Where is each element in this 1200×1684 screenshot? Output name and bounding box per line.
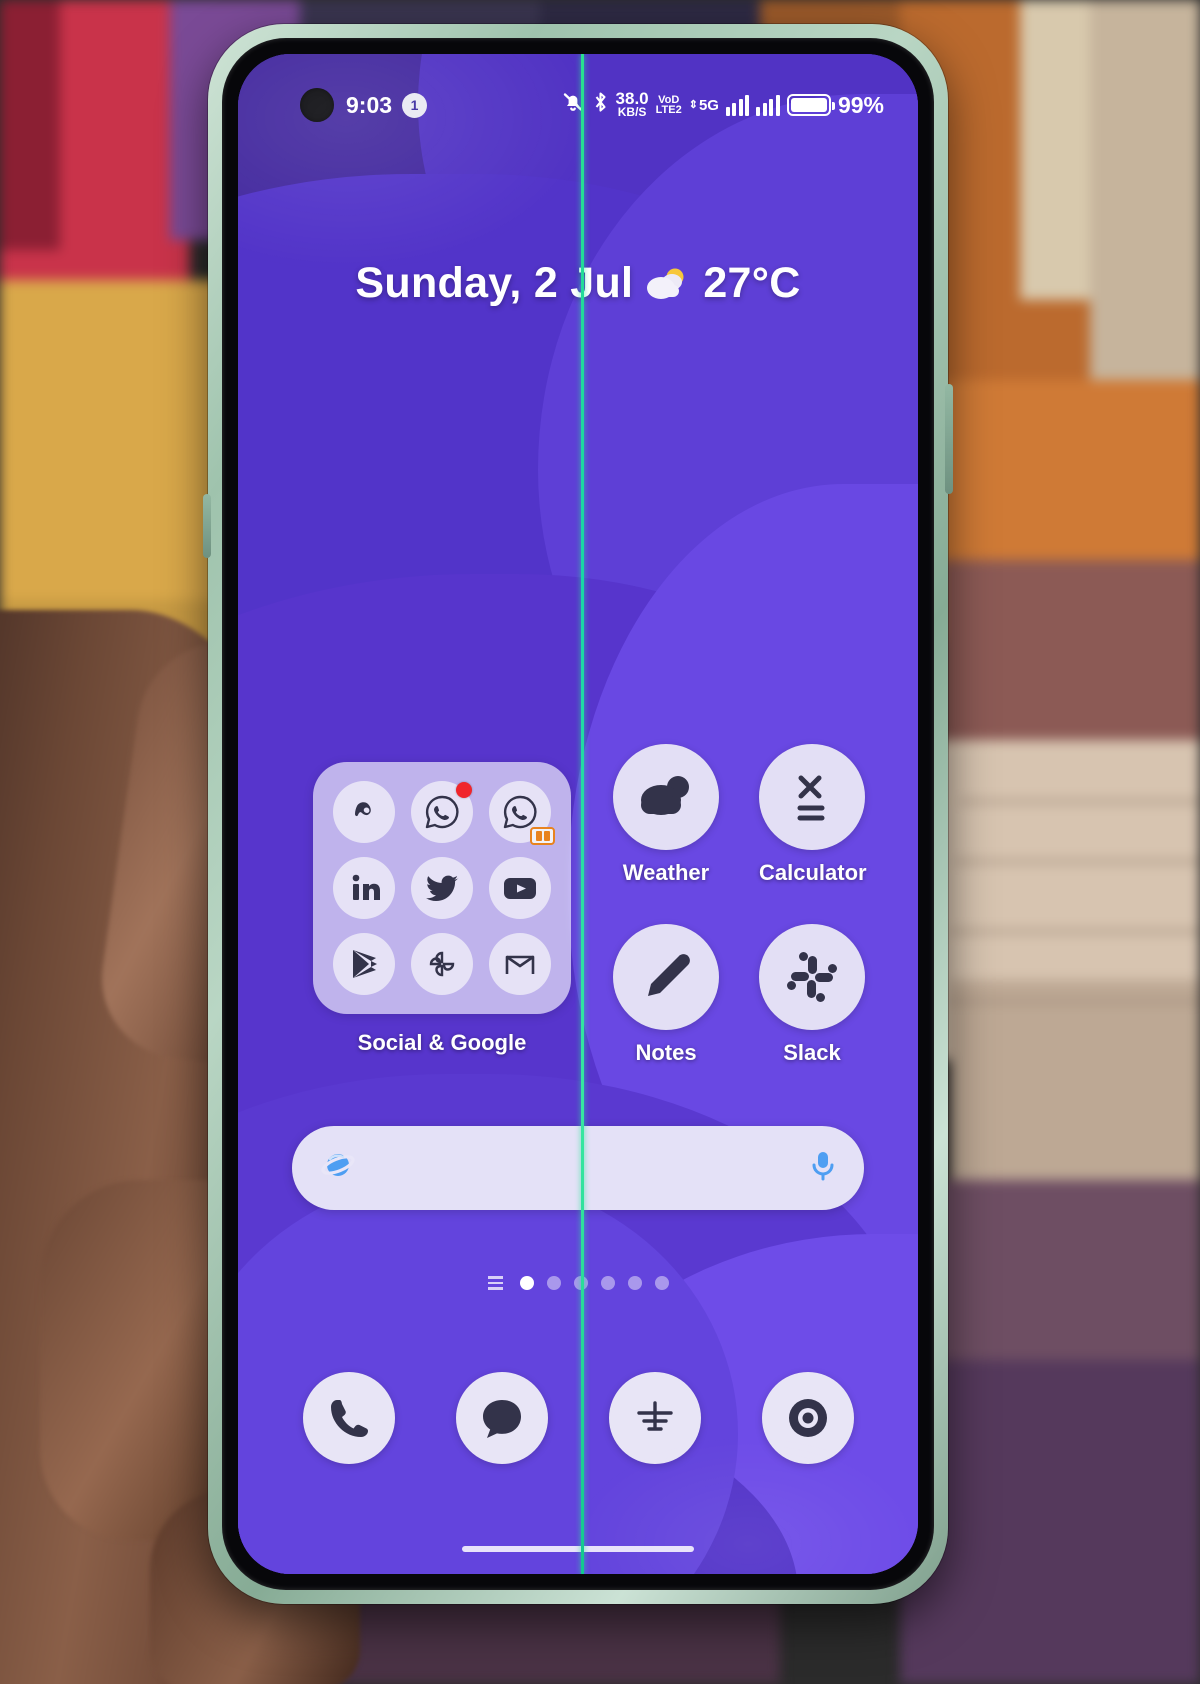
youtube-icon[interactable] [489, 857, 551, 919]
folder-label-text: Social & Google [357, 1030, 527, 1055]
play-store-icon[interactable] [333, 933, 395, 995]
slack-icon [759, 924, 865, 1030]
linkedin-icon[interactable] [333, 857, 395, 919]
widget-temperature: 27°C [703, 259, 801, 307]
page-indicator[interactable] [238, 1276, 918, 1290]
linktree-icon[interactable] [333, 781, 395, 843]
dock-browser-icon[interactable] [608, 1372, 701, 1464]
app-folder-social-google[interactable] [313, 762, 571, 1014]
app-weather[interactable]: Weather [613, 744, 719, 886]
dual-app-badge [530, 827, 555, 845]
gmail-icon[interactable] [489, 933, 551, 995]
google-photos-icon[interactable] [411, 933, 473, 995]
partly-cloudy-icon [645, 265, 691, 303]
whatsapp-icon[interactable] [411, 781, 473, 843]
search-bar[interactable] [292, 1126, 864, 1210]
notification-count-badge: 1 [402, 92, 428, 118]
phone-screen[interactable]: 9:03 1 38.0 KB/S VoD LTE2 ⇕ 5G 99% Sunda… [238, 54, 918, 1574]
page-dot-1[interactable] [519, 1276, 534, 1290]
battery-icon [786, 94, 835, 116]
screen-defect-green-line [580, 54, 584, 1574]
signal-bars-sim2 [756, 94, 780, 116]
photo-scene: 9:03 1 38.0 KB/S VoD LTE2 ⇕ 5G 99% Sunda… [0, 0, 1200, 1684]
folder-label: Social & Google [313, 1030, 571, 1056]
network-type-icon: ⇕ 5G [688, 96, 719, 114]
widget-date-text: Sunday, 2 Jul [355, 259, 634, 307]
whatsapp-business-icon[interactable] [489, 781, 555, 845]
notification-dot-badge [456, 782, 472, 798]
bluetooth-icon [592, 90, 609, 120]
app-label-notes: Notes [635, 1040, 697, 1065]
network-speed-indicator: 38.0 KB/S [616, 90, 649, 120]
power-button[interactable] [945, 384, 953, 494]
pencil-icon [613, 924, 719, 1030]
battery-percent: 99% [837, 91, 884, 118]
dock-phone-icon[interactable] [302, 1372, 395, 1464]
app-notes[interactable]: Notes [613, 924, 719, 1066]
date-weather-widget[interactable]: Sunday, 2 Jul 27°C [238, 259, 918, 308]
smartphone: 9:03 1 38.0 KB/S VoD LTE2 ⇕ 5G 99% Sunda… [203, 24, 953, 1604]
status-bar: 9:03 1 38.0 KB/S VoD LTE2 ⇕ 5G 99% [238, 82, 918, 128]
status-bar-left: 9:03 1 [346, 91, 428, 119]
browser-planet-icon[interactable] [318, 1146, 358, 1191]
volte-icon: VoD LTE2 [655, 94, 682, 116]
front-camera-punch-hole [300, 88, 334, 122]
page-dot-6[interactable] [654, 1276, 669, 1290]
status-time: 9:03 [346, 91, 393, 118]
page-dot-4[interactable] [600, 1276, 615, 1290]
home-gesture-bar[interactable] [462, 1546, 694, 1552]
page-dot-5[interactable] [627, 1276, 642, 1290]
app-slack[interactable]: Slack [759, 924, 865, 1066]
app-label-weather: Weather [622, 860, 710, 885]
cloud-icon [613, 744, 719, 850]
network-type-label: 5G [698, 96, 719, 114]
volume-button[interactable] [203, 494, 211, 558]
hamburger-icon[interactable] [487, 1276, 503, 1290]
app-label-slack: Slack [783, 1040, 841, 1065]
app-calculator[interactable]: Calculator [759, 744, 867, 886]
volte-line-2: LTE2 [655, 104, 682, 116]
network-speed-unit: KB/S [617, 105, 647, 120]
twitter-icon[interactable] [411, 857, 473, 919]
status-bar-right: 38.0 KB/S VoD LTE2 ⇕ 5G 99% [561, 90, 884, 120]
dock-camera-icon[interactable] [761, 1372, 854, 1464]
calculator-icon [759, 744, 865, 850]
microphone-icon[interactable] [808, 1149, 838, 1188]
signal-bars-sim1 [725, 94, 750, 116]
dock-messages-icon[interactable] [455, 1372, 548, 1464]
app-label-calculator: Calculator [759, 860, 867, 885]
dock [238, 1372, 918, 1464]
page-dot-2[interactable] [546, 1276, 561, 1290]
